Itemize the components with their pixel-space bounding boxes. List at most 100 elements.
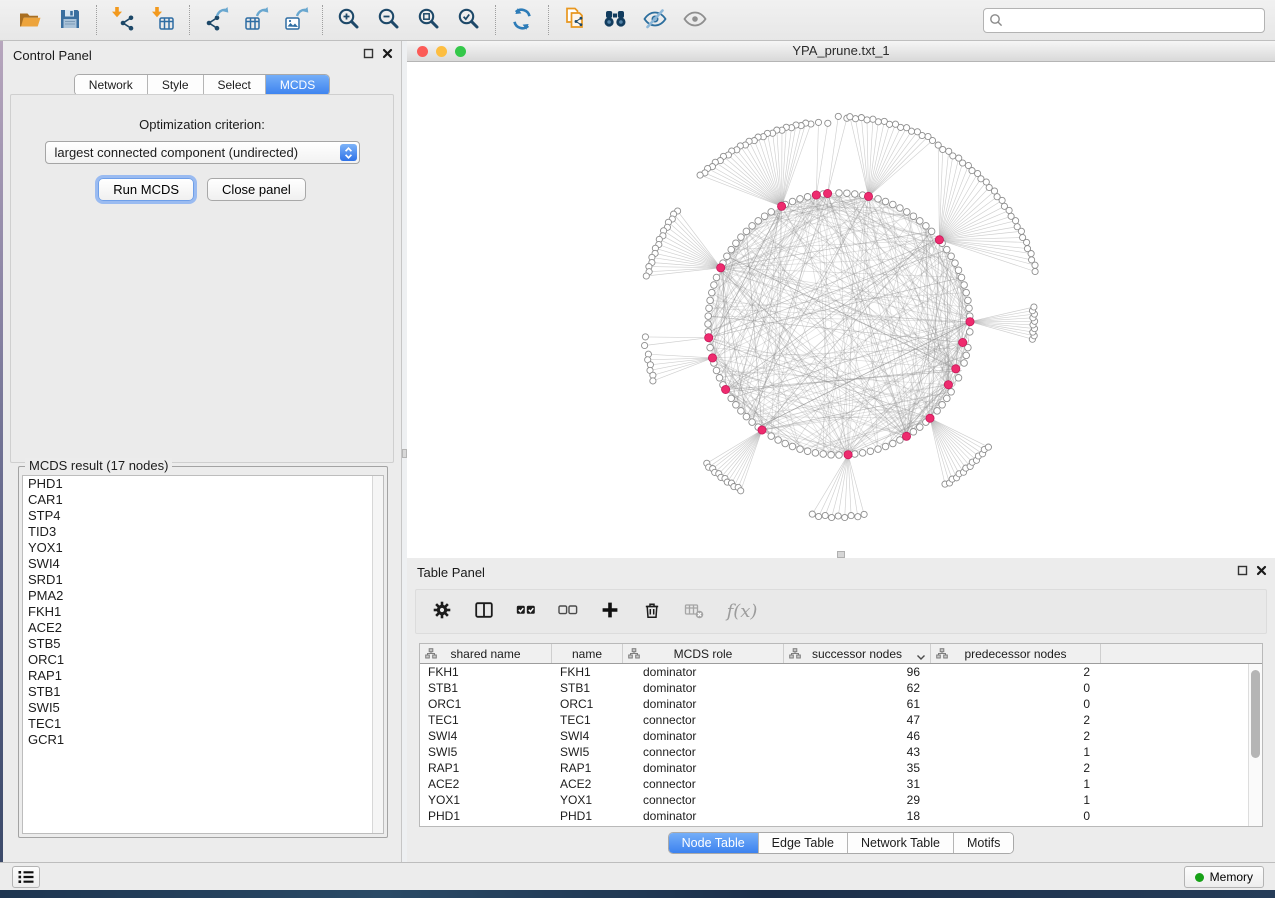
import-network-button[interactable] [103,3,143,37]
delete-button[interactable] [640,600,664,624]
column-header-name[interactable]: name [552,644,623,663]
table-tab-edge-table[interactable]: Edge Table [758,833,847,853]
column-header-MCDS-role[interactable]: MCDS role [623,644,784,663]
mcds-result-item[interactable]: TEC1 [23,716,383,732]
mcds-result-item[interactable]: ORC1 [23,652,383,668]
mcds-result-item[interactable]: SWI4 [23,556,383,572]
import-table-button[interactable] [143,3,183,37]
table-row[interactable]: TEC1TEC1connector472 [420,712,1262,728]
table-row[interactable]: ACE2ACE2connector311 [420,776,1262,792]
show-all-button[interactable] [675,3,715,37]
float-panel-icon[interactable] [1237,565,1248,576]
column-header-shared-name[interactable]: shared name [420,644,552,663]
mcds-node[interactable] [926,414,934,422]
horizontal-divider-handle[interactable] [837,551,845,558]
mcds-node[interactable] [824,189,832,197]
mcds-result-item[interactable]: STP4 [23,508,383,524]
search-input[interactable] [983,8,1265,33]
mcds-result-item[interactable]: YOX1 [23,540,383,556]
save-button[interactable] [50,3,90,37]
column-header-predecessor-nodes[interactable]: predecessor nodes [931,644,1101,663]
tab-mcds[interactable]: MCDS [265,75,329,95]
zoom-out-button[interactable] [369,3,409,37]
mcds-node[interactable] [902,432,910,440]
gear-button[interactable] [430,600,454,624]
mcds-result-item[interactable]: PHD1 [23,476,383,492]
clone-network-button[interactable] [555,3,595,37]
close-panel-button[interactable]: Close panel [207,178,306,201]
columns-button[interactable] [472,600,496,624]
run-mcds-button[interactable]: Run MCDS [98,178,194,201]
table-row[interactable]: SWI5SWI5connector431 [420,744,1262,760]
window-close-icon[interactable] [417,46,428,57]
mcds-node[interactable] [778,202,786,210]
criterion-dropdown[interactable]: largest connected component (undirected) [45,141,360,164]
mcds-result-item[interactable]: CAR1 [23,492,383,508]
tab-select[interactable]: Select [203,75,265,95]
task-history-button[interactable] [12,866,40,888]
float-panel-icon[interactable] [363,48,374,59]
mcds-node[interactable] [722,385,730,393]
export-network-button[interactable] [196,3,236,37]
mcds-result-item[interactable]: RAP1 [23,668,383,684]
window-zoom-icon[interactable] [455,46,466,57]
table-scrollbar-thumb[interactable] [1251,670,1260,758]
export-image-button[interactable] [276,3,316,37]
mcds-result-item[interactable]: SRD1 [23,572,383,588]
table-row[interactable]: YOX1YOX1connector291 [420,792,1262,808]
table-row[interactable]: RAP1RAP1dominator352 [420,760,1262,776]
mcds-result-item[interactable]: GCR1 [23,732,383,748]
mcds-node[interactable] [966,318,974,326]
select-all-button[interactable] [514,600,538,624]
table-tab-motifs[interactable]: Motifs [953,833,1013,853]
table-tab-network-table[interactable]: Network Table [847,833,953,853]
export-table-button[interactable] [236,3,276,37]
mcds-result-item[interactable]: ACE2 [23,620,383,636]
tab-style[interactable]: Style [147,75,203,95]
mcds-node[interactable] [705,334,713,342]
close-panel-icon[interactable] [382,48,393,59]
deselect-all-button[interactable] [556,600,580,624]
mcds-result-list[interactable]: PHD1CAR1STP4TID3YOX1SWI4SRD1PMA2FKH1ACE2… [22,475,384,834]
window-minimize-icon[interactable] [436,46,447,57]
close-panel-icon[interactable] [1256,565,1267,576]
hide-selected-button[interactable] [635,3,675,37]
column-header-successor-nodes[interactable]: successor nodes [784,644,931,663]
mcds-node[interactable] [944,381,952,389]
mcds-node[interactable] [717,264,725,272]
table-row[interactable]: STB1STB1dominator620 [420,680,1262,696]
table-row[interactable]: PHD1PHD1dominator180 [420,808,1262,824]
mcds-result-item[interactable]: STB1 [23,684,383,700]
mcds-list-scrollbar[interactable] [372,476,383,833]
table-tab-node-table[interactable]: Node Table [669,833,758,853]
refresh-button[interactable] [502,3,542,37]
network-canvas[interactable] [407,62,1275,558]
mcds-result-item[interactable]: SWI5 [23,700,383,716]
mcds-node[interactable] [952,365,960,373]
open-button[interactable] [10,3,50,37]
zoom-in-button[interactable] [329,3,369,37]
memory-button[interactable]: Memory [1184,866,1264,888]
network-graph[interactable] [407,62,1275,558]
mcds-node[interactable] [844,451,852,459]
tab-network[interactable]: Network [75,75,147,95]
zoom-selected-button[interactable] [449,3,489,37]
mcds-result-item[interactable]: FKH1 [23,604,383,620]
mcds-node[interactable] [959,338,967,346]
mcds-result-item[interactable]: TID3 [23,524,383,540]
add-button[interactable] [598,600,622,624]
table-row[interactable]: SWI4SWI4dominator462 [420,728,1262,744]
mcds-result-item[interactable]: STB5 [23,636,383,652]
table-row[interactable]: FKH1FKH1dominator962 [420,664,1262,680]
mcds-node[interactable] [812,191,820,199]
mcds-node[interactable] [864,192,872,200]
sort-chevron-icon[interactable] [916,650,926,664]
table-row[interactable]: ORC1ORC1dominator610 [420,696,1262,712]
mcds-node[interactable] [708,354,716,362]
network-leaf-nodes[interactable] [642,113,1039,520]
mcds-result-item[interactable]: PMA2 [23,588,383,604]
mcds-node[interactable] [758,426,766,434]
table-scrollbar[interactable] [1248,664,1262,826]
mcds-node[interactable] [935,236,943,244]
search-network-button[interactable] [595,3,635,37]
